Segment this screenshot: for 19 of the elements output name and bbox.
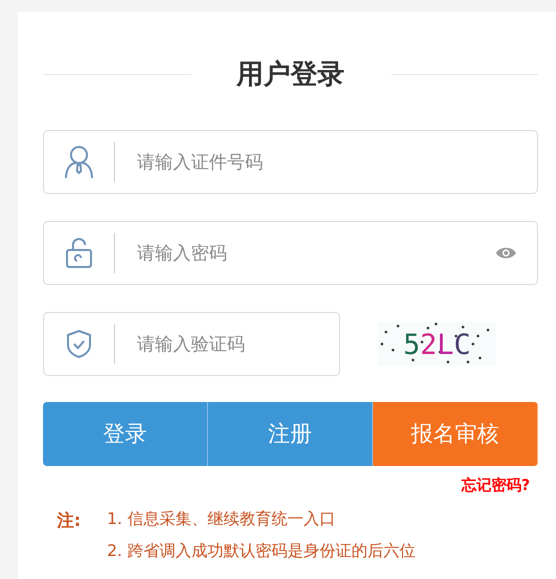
input-field[interactable]: 请输入密码 [43,221,538,285]
text-input[interactable]: 请输入密码 [135,242,495,264]
input-field[interactable]: 请输入验证码 [43,312,340,376]
forgot-password-link[interactable]: 忘记密码? [461,476,530,495]
action-button[interactable]: 注册 [208,402,373,466]
eye-icon[interactable] [495,246,517,260]
lock-icon [65,237,93,269]
input-field[interactable]: 请输入证件号码 [43,130,538,194]
note-label: 注: [57,510,82,533]
text-input[interactable]: 请输入验证码 [135,332,339,356]
login-title: 用户登录 [236,58,344,92]
shield-icon [66,329,92,359]
user-icon [64,145,94,179]
action-button[interactable]: 登录 [43,402,208,466]
text-input[interactable]: 请输入证件号码 [135,150,537,174]
action-button[interactable]: 报名审核 [373,402,538,466]
note-text: 1. 信息采集、继续教育统一入口 [107,509,336,530]
note-text: 2. 跨省调入成功默认密码是身份证的后六位 [107,541,416,562]
captcha-image[interactable]: 52LC [378,322,496,366]
